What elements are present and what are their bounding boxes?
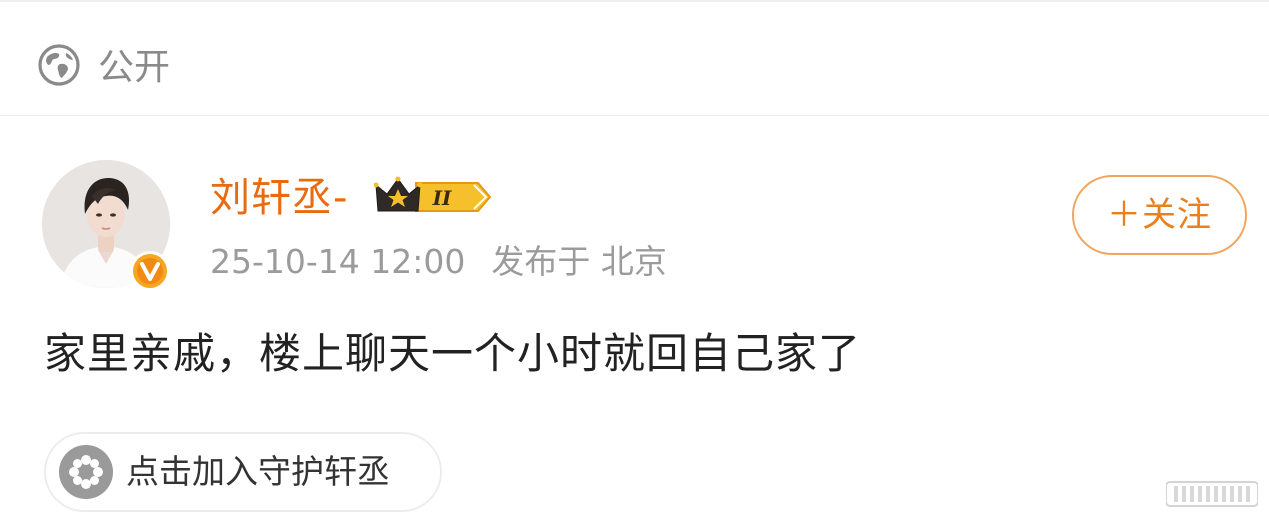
- join-guard-button[interactable]: 点击加入守护轩丞: [44, 432, 442, 512]
- post-timestamp: 25-10-14 12:00: [210, 242, 466, 281]
- crown-level-badge-icon: II: [374, 176, 492, 212]
- post-meta: 25-10-14 12:00 发布于 北京: [210, 240, 667, 284]
- author-name[interactable]: 刘轩丞-: [210, 174, 348, 222]
- flower-icon: [59, 445, 113, 499]
- watermark-logo: [1166, 481, 1258, 507]
- post-location: 发布于 北京: [491, 242, 667, 281]
- join-guard-label: 点击加入守护轩丞: [126, 452, 390, 491]
- follow-button[interactable]: ＋关注: [1072, 175, 1247, 255]
- weibo-post-page: 公开 刘轩丞- II 25-10-14 12:00 发布于 北京 ＋关注 家里亲…: [0, 0, 1269, 527]
- globe-icon: [38, 44, 80, 86]
- vip-level-text: II: [432, 186, 452, 210]
- section-divider: [0, 115, 1269, 116]
- verified-v-icon: [130, 251, 170, 291]
- follow-button-label: ＋关注: [1107, 195, 1212, 235]
- visibility-row: 公开: [0, 0, 1269, 115]
- visibility-label: 公开: [98, 47, 171, 88]
- post-text: 家里亲戚，楼上聊天一个小时就回自己家了: [44, 329, 862, 378]
